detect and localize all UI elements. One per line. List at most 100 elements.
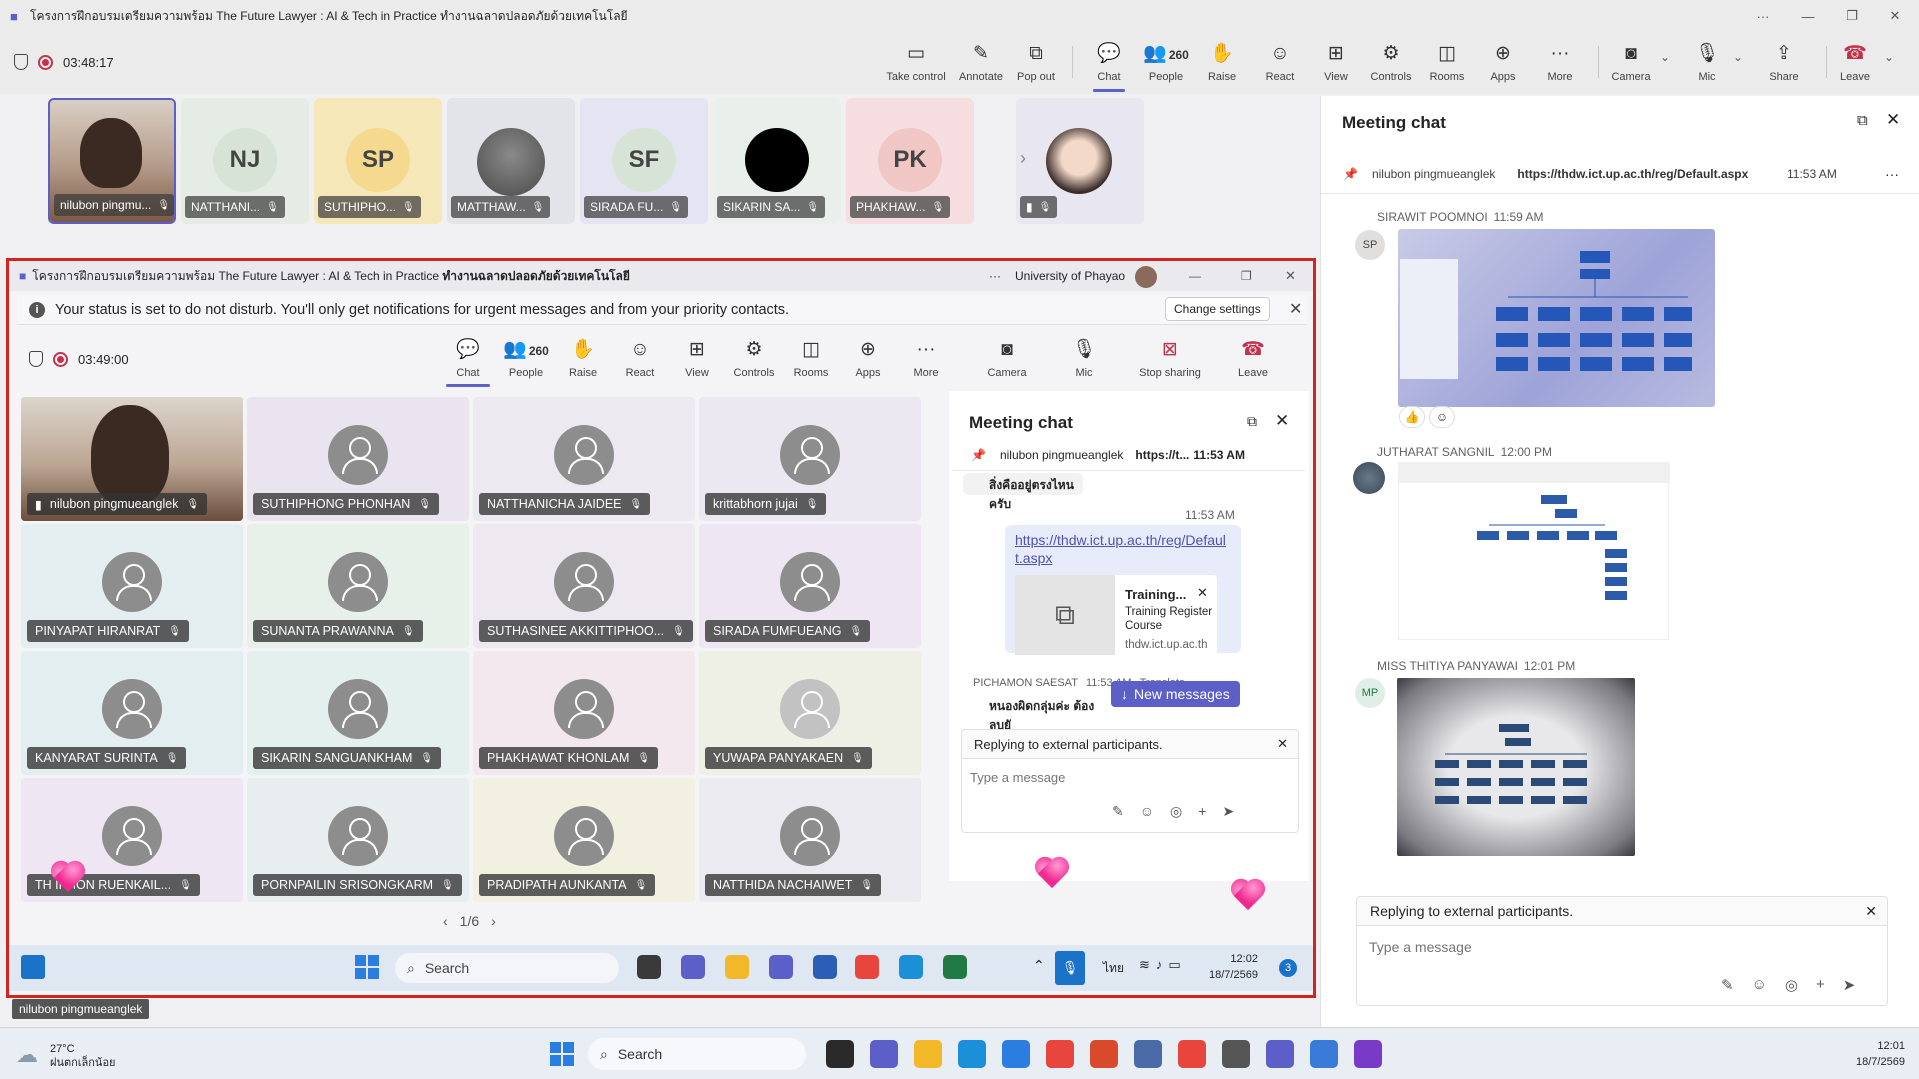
participant-tile[interactable]: SUNANTA PRAWANNA 🎙 xyxy=(247,524,469,648)
send-icon[interactable]: ➤ xyxy=(1843,976,1856,994)
shared-view-button[interactable]: ⊞ View xyxy=(669,331,725,387)
loop-icon[interactable]: ◎ xyxy=(1785,976,1798,994)
chevron-left-icon[interactable]: ‹ xyxy=(443,913,448,929)
shared-react-button[interactable]: ☺ React xyxy=(612,331,668,387)
participant-tile[interactable]: PK PHAKHAW... 🎙 xyxy=(846,98,974,224)
shared-chat-button[interactable]: 💬 Chat xyxy=(440,331,496,387)
avatar[interactable]: MP xyxy=(1355,678,1385,708)
chevron-down-icon[interactable]: ⌄ xyxy=(1660,50,1670,64)
calculator-icon[interactable] xyxy=(1222,1040,1250,1068)
message-input[interactable] xyxy=(1369,936,1849,958)
participant-tile[interactable]: SIKARIN SA... 🎙 xyxy=(713,98,841,224)
send-icon[interactable]: ➤ xyxy=(1222,803,1234,820)
emoji-icon[interactable]: ☺ xyxy=(1752,976,1767,994)
pop-out-icon[interactable]: ⧉ xyxy=(1857,112,1868,129)
system-tray-icons[interactable]: ≋♪▭ xyxy=(1139,957,1187,973)
chevron-right-icon[interactable]: › xyxy=(491,913,496,929)
mic-button[interactable]: 🎙 Mic ⌄ xyxy=(1685,32,1743,94)
participant-tile[interactable]: PHAKHAWAT KHONLAM 🎙 xyxy=(473,651,695,775)
shared-apps-button[interactable]: ⊕ Apps xyxy=(840,331,896,387)
more-options-icon[interactable]: ··· xyxy=(1741,0,1785,32)
windows-start-icon[interactable] xyxy=(550,1042,574,1066)
chevron-down-icon[interactable]: ⌄ xyxy=(1733,50,1743,64)
participant-tile[interactable]: NATTHANICHA JAIDEE 🎙 xyxy=(473,397,695,521)
taskbar-search[interactable]: ⌕ Search xyxy=(588,1038,806,1070)
mic-icon[interactable]: 🎙 xyxy=(1055,951,1085,985)
avatar[interactable]: SP xyxy=(1355,230,1385,260)
maximize-button[interactable]: ❐ xyxy=(1830,0,1874,32)
visual-studio-icon[interactable] xyxy=(1354,1040,1382,1068)
annotate-button[interactable]: ✎ Annotate xyxy=(956,32,1006,94)
shared-rooms-button[interactable]: ◫ Rooms xyxy=(783,331,839,387)
participant-tile[interactable]: KANYARAT SURINTA 🎙 xyxy=(21,651,243,775)
participant-tile[interactable]: SIKARIN SANGUANKHAM 🎙 xyxy=(247,651,469,775)
teams-icon[interactable] xyxy=(870,1040,898,1068)
edge-icon[interactable] xyxy=(899,955,923,979)
chrome-icon[interactable] xyxy=(1046,1040,1074,1068)
windows-start-icon[interactable] xyxy=(355,955,379,979)
teams-icon[interactable] xyxy=(1266,1040,1294,1068)
shared-stop-sharing-button[interactable]: ⊠ Stop sharing xyxy=(1130,331,1210,387)
plus-icon[interactable]: + xyxy=(1816,976,1825,994)
chrome-icon[interactable] xyxy=(1178,1040,1206,1068)
change-settings-button[interactable]: Change settings xyxy=(1165,297,1270,321)
clock[interactable]: 12:02 18/7/2569 xyxy=(1209,951,1258,983)
widgets-icon[interactable] xyxy=(21,955,45,979)
controls-button[interactable]: ⚙ Controls xyxy=(1364,32,1418,94)
emoji-icon[interactable]: ☺ xyxy=(1140,803,1154,820)
word-icon[interactable] xyxy=(813,955,837,979)
participant-tile[interactable]: SP SUTHIPHO... 🎙 xyxy=(314,98,442,224)
close-button[interactable]: ✕ xyxy=(1873,0,1917,32)
minimize-button[interactable]: — xyxy=(1786,0,1830,32)
participant-tile[interactable]: PORNPAILIN SRISONGKARM 🎙 xyxy=(247,778,469,902)
pinned-link[interactable]: https://t... xyxy=(1135,448,1189,462)
raise-button[interactable]: ✋ Raise xyxy=(1199,32,1245,94)
store-icon[interactable] xyxy=(1002,1040,1030,1068)
apps-button[interactable]: ⊕ Apps xyxy=(1481,32,1525,94)
link-card[interactable]: ⧉ Training... ✕ Training Register Course… xyxy=(1015,575,1217,655)
chevron-up-icon[interactable]: ⌃ xyxy=(1033,957,1045,974)
share-button[interactable]: ⇪ Share xyxy=(1762,32,1806,94)
more-options-icon[interactable]: ··· xyxy=(1885,166,1899,182)
network-icon[interactable] xyxy=(1134,1040,1162,1068)
camera-button[interactable]: ◙ Camera ⌄ xyxy=(1606,32,1670,94)
pop-out-icon[interactable]: ⧉ xyxy=(1247,413,1257,430)
office-icon[interactable] xyxy=(1090,1040,1118,1068)
pop-out-button[interactable]: ⧉ Pop out xyxy=(1011,32,1061,94)
pinned-link[interactable]: https://thdw.ict.up.ac.th/reg/Default.as… xyxy=(1517,167,1748,181)
chevron-right-icon[interactable]: › xyxy=(1020,148,1026,169)
shared-mic-button[interactable]: 🎙 Mic xyxy=(1056,331,1112,387)
avatar[interactable] xyxy=(1135,266,1157,288)
shared-people-button[interactable]: 👥 260 People xyxy=(498,331,554,387)
format-icon[interactable]: ✎ xyxy=(1721,976,1734,994)
participant-tile[interactable]: SF SIRADA FU... 🎙 xyxy=(580,98,708,224)
new-messages-button[interactable]: ↓ New messages xyxy=(1111,681,1240,707)
chrome-icon[interactable] xyxy=(855,955,879,979)
participant-tile[interactable]: krittabhorn jujai 🎙 xyxy=(699,397,921,521)
shared-image[interactable] xyxy=(1398,229,1715,407)
minimize-button[interactable]: — xyxy=(1189,269,1201,283)
shared-leave-button[interactable]: ☎ Leave xyxy=(1225,331,1281,387)
close-icon[interactable]: ✕ xyxy=(1886,110,1900,130)
message-link[interactable]: https://thdw.ict.up.ac.th/reg/Default.as… xyxy=(1015,531,1229,567)
notification-badge[interactable]: 3 xyxy=(1279,959,1297,977)
teams-icon[interactable] xyxy=(681,955,705,979)
message-compose[interactable]: ✎ ☺ ◎ + ➤ xyxy=(1356,926,1888,1006)
shared-controls-button[interactable]: ⚙ Controls xyxy=(726,331,782,387)
shared-image[interactable] xyxy=(1397,678,1635,856)
close-icon[interactable]: ✕ xyxy=(1275,411,1289,431)
taskbar-search[interactable]: ⌕ Search xyxy=(395,953,619,983)
chevron-down-icon[interactable]: ⌄ xyxy=(1884,50,1894,64)
view-button[interactable]: ⊞ View xyxy=(1314,32,1358,94)
more-options-icon[interactable]: ··· xyxy=(989,269,1001,283)
close-icon[interactable]: ✕ xyxy=(1865,903,1877,920)
close-icon[interactable]: ✕ xyxy=(1197,585,1208,601)
avatar[interactable] xyxy=(1353,462,1385,494)
close-button[interactable]: ✕ xyxy=(1285,268,1296,284)
message-input[interactable] xyxy=(970,767,1270,787)
weather-widget[interactable]: 27°C ฝนตกเล็กน้อย xyxy=(50,1042,116,1070)
like-reaction-icon[interactable]: 👍 xyxy=(1399,406,1425,428)
chat-button[interactable]: 💬 Chat xyxy=(1087,32,1131,94)
pinned-message[interactable]: 📌 nilubon pingmueanglek https://t... 11:… xyxy=(953,439,1305,471)
shared-camera-button[interactable]: ◙ Camera xyxy=(979,331,1035,387)
